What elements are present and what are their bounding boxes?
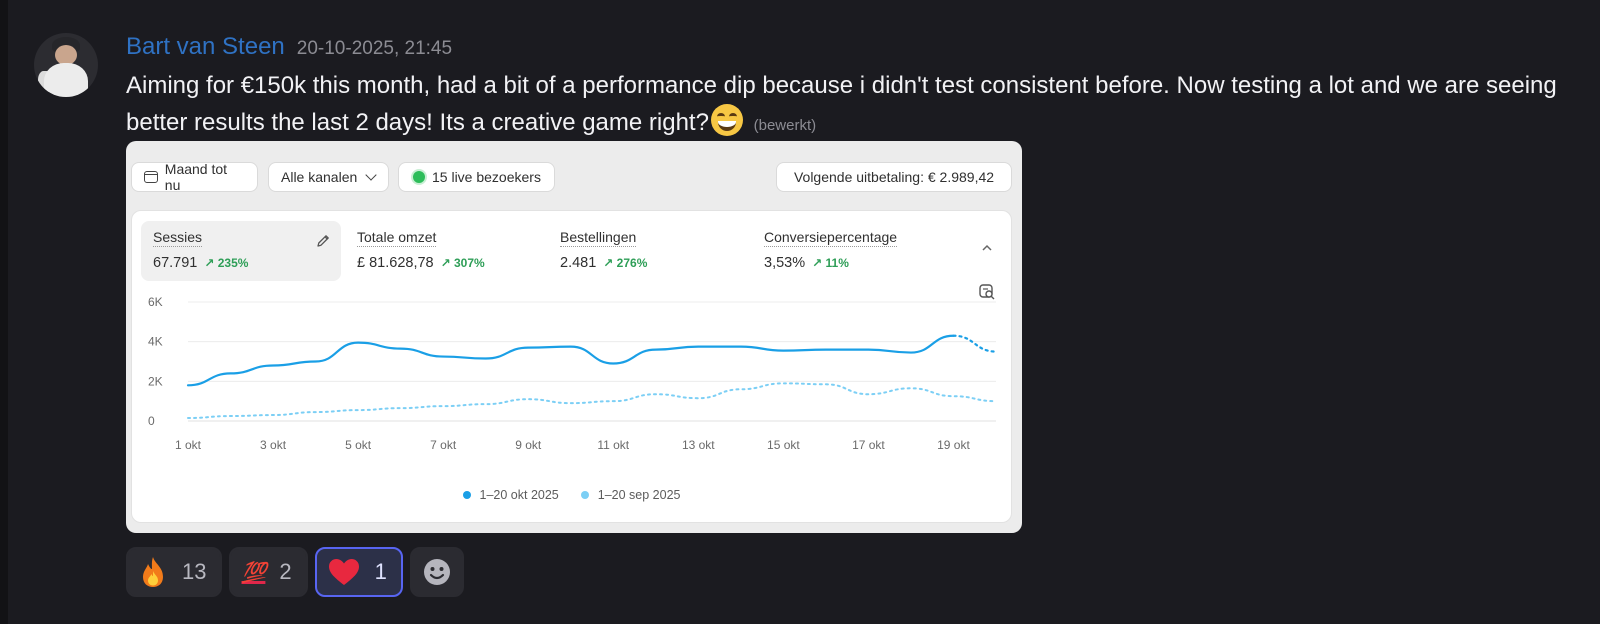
- series-line-incomplete: [952, 334, 998, 353]
- metric-label: Sessies: [153, 229, 203, 247]
- live-dot-icon: [413, 171, 425, 183]
- message-header: Bart van Steen 20-10-2025, 21:45: [126, 33, 452, 63]
- live-visitors-badge: 15 live bezoekers: [398, 162, 555, 192]
- user-avatar[interactable]: [34, 33, 98, 97]
- x-tick-label: 13 okt: [682, 438, 715, 452]
- metric-change: ↗ 307%: [440, 256, 485, 270]
- x-tick-label: 11 okt: [597, 438, 629, 452]
- series-line: [186, 334, 955, 387]
- metric-label: Totale omzet: [357, 229, 437, 247]
- fire-icon: [143, 557, 163, 587]
- reaction-count: 2: [279, 559, 292, 584]
- message-body: Aiming for €150k this month, had a bit o…: [126, 72, 1557, 136]
- legend-item: 1–20 okt 2025: [462, 488, 559, 502]
- series-line: [187, 382, 997, 420]
- legend-dot: [580, 491, 589, 499]
- metric-change: ↗ 276%: [603, 256, 648, 270]
- chevron-down-icon: [365, 169, 377, 181]
- x-tick-label: 19 okt: [937, 438, 970, 452]
- metric-value: 67.791: [153, 255, 198, 271]
- metric-change: ↗ 11%: [812, 256, 849, 270]
- date-range-label: Maand tot nu: [164, 161, 228, 193]
- reactions-bar: 13 💯 2 1: [126, 547, 464, 597]
- reaction-count: 13: [182, 559, 207, 584]
- metric-label: Conversiepercentage: [764, 229, 898, 247]
- add-reaction-button[interactable]: [409, 547, 464, 597]
- y-tick-label: 4K: [148, 335, 163, 349]
- y-tick-label: 0: [148, 414, 155, 428]
- calendar-icon: [144, 171, 158, 183]
- heart-icon: [328, 559, 359, 585]
- reaction-fire[interactable]: 13: [126, 547, 223, 597]
- channel-left-rail: [0, 0, 8, 624]
- channels-label: Alle kanalen: [281, 169, 358, 185]
- edited-label: (bewerkt): [753, 117, 817, 134]
- timestamp: 20-10-2025, 21:45: [296, 38, 453, 59]
- chart-legend: 1–20 okt 2025 1–20 sep 2025: [132, 488, 1011, 502]
- metric-value: £ 81.628,78: [357, 255, 434, 271]
- channels-dropdown: Alle kanalen: [268, 162, 389, 192]
- payout-badge: Volgende uitbetaling: € 2.989,42: [776, 162, 1012, 192]
- metric-value: 2.481: [560, 255, 597, 271]
- username[interactable]: Bart van Steen: [126, 33, 285, 61]
- metric-orders: Bestellingen 2.481 ↗ 276%: [548, 221, 743, 281]
- metric-label: Bestellingen: [560, 229, 637, 247]
- reaction-heart[interactable]: 1: [314, 547, 403, 597]
- x-tick-label: 7 okt: [430, 438, 457, 452]
- y-tick-label: 6K: [148, 295, 163, 309]
- x-tick-label: 9 okt: [515, 438, 542, 452]
- legend-label: 1–20 okt 2025: [479, 488, 559, 502]
- x-tick-label: 5 okt: [345, 438, 372, 452]
- sessions-line-chart: 0 2K 4K 6K 1 okt 3 okt 5 okt 7 okt 9 okt 11 okt 13…: [148, 295, 998, 452]
- legend-dot: [462, 491, 471, 499]
- chevron-up-icon: [982, 244, 992, 251]
- analytics-card: Sessies 67.791 ↗ 235% Totale omzet £ 81.…: [131, 210, 1012, 523]
- add-reaction-smiley-icon: [423, 559, 450, 585]
- legend-label: 1–20 sep 2025: [597, 488, 681, 502]
- metric-sessions: Sessies 67.791 ↗ 235%: [141, 221, 341, 281]
- x-tick-label: 15 okt: [767, 438, 800, 452]
- grinning-face-icon: [710, 104, 743, 136]
- date-range-button: Maand tot nu: [131, 161, 258, 193]
- attached-screenshot[interactable]: Maand tot nu Alle kanalen 15 live bezoek…: [126, 141, 1022, 533]
- pencil-icon: [317, 235, 329, 247]
- message-text: Aiming for €150k this month, had a bit o…: [126, 68, 1566, 144]
- x-tick-label: 1 okt: [175, 438, 202, 452]
- legend-item: 1–20 sep 2025: [580, 488, 681, 502]
- x-tick-label: 17 okt: [852, 438, 885, 452]
- metric-revenue: Totale omzet £ 81.628,78 ↗ 307%: [345, 221, 540, 281]
- metric-value: 3,53%: [764, 255, 806, 271]
- hundred-points-icon: 💯: [241, 560, 266, 584]
- metric-conversion: Conversiepercentage 3,53% ↗ 11%: [752, 221, 952, 281]
- reaction-hundred[interactable]: 💯 2: [229, 547, 308, 597]
- reaction-count: 1: [374, 559, 387, 584]
- y-tick-label: 2K: [148, 374, 163, 388]
- live-visitors-label: 15 live bezoekers: [432, 169, 541, 185]
- metric-change: ↗ 235%: [204, 256, 249, 270]
- payout-label: Volgende uitbetaling: € 2.989,42: [793, 169, 995, 185]
- x-tick-label: 3 okt: [260, 438, 287, 452]
